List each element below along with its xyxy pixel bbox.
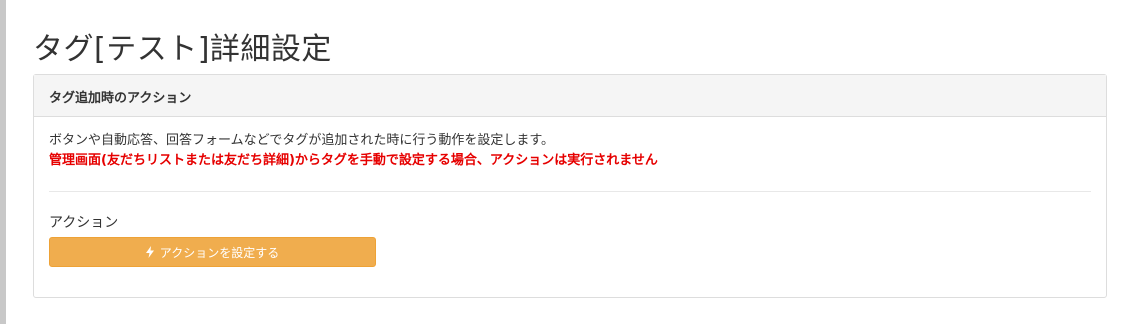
panel-body: ボタンや自動応答、回答フォームなどでタグが追加された時に行う動作を設定します。 …	[34, 117, 1106, 267]
warning-text: 管理画面(友だちリストまたは友だち詳細)からタグを手動で設定する場合、アクション…	[49, 153, 658, 168]
panel-heading: タグ追加時のアクション	[34, 75, 1106, 117]
set-action-button-label: アクションを設定する	[159, 245, 280, 260]
action-label: アクション	[49, 215, 119, 231]
bolt-icon	[145, 246, 154, 258]
page-title: タグ[テスト]詳細設定	[33, 32, 332, 67]
tag-action-panel: タグ追加時のアクション ボタンや自動応答、回答フォームなどでタグが追加された時に…	[33, 74, 1107, 298]
divider	[49, 191, 1091, 192]
left-scroll-edge	[0, 0, 6, 324]
description-text: ボタンや自動応答、回答フォームなどでタグが追加された時に行う動作を設定します。	[49, 133, 555, 148]
set-action-button[interactable]: アクションを設定する	[49, 237, 376, 267]
